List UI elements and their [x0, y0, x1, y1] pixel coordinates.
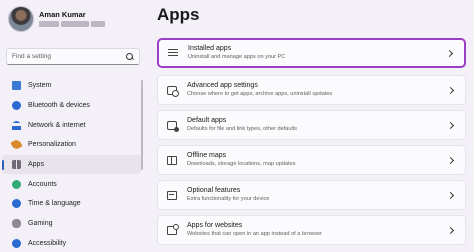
sidebar-item-accounts[interactable]: Accounts — [2, 174, 141, 194]
card-title: Apps for websites — [187, 222, 243, 230]
settings-window: Aman Kumar Find a setting System Bluetoo… — [0, 0, 474, 252]
card-title: Optional features — [187, 187, 241, 195]
sidebar-item-network[interactable]: Network & internet — [2, 115, 141, 135]
card-subtitle: Downloads, storage locations, map update… — [187, 161, 296, 168]
sidebar: Aman Kumar Find a setting System Bluetoo… — [0, 0, 145, 252]
avatar — [8, 6, 34, 32]
search-icon[interactable] — [126, 52, 134, 61]
sidebar-item-label: Gaming — [28, 220, 53, 228]
accounts-icon — [12, 179, 21, 189]
optional-features-card[interactable]: Optional features Extra functionality fo… — [157, 180, 466, 210]
sidebar-item-label: Network & internet — [28, 121, 86, 129]
sidebar-item-label: System — [28, 82, 52, 90]
chevron-right-icon — [446, 191, 455, 199]
sidebar-item-label: Accessibility — [28, 239, 67, 247]
profile-email-redacted — [39, 21, 105, 28]
sidebar-item-system[interactable]: System — [2, 76, 141, 96]
installed-apps-icon — [168, 48, 178, 58]
apps-for-websites-card[interactable]: Apps for websites Websites that can open… — [157, 215, 466, 245]
sidebar-item-label: Accounts — [28, 180, 57, 188]
default-apps-card[interactable]: Default apps Defaults for file and link … — [157, 110, 466, 140]
gaming-icon — [12, 219, 21, 229]
time-language-icon — [12, 199, 21, 209]
offline-maps-icon — [167, 155, 177, 165]
user-profile[interactable]: Aman Kumar — [8, 6, 105, 32]
card-subtitle: Uninstall and manage apps on your PC — [188, 54, 286, 61]
search-placeholder: Find a setting — [12, 53, 52, 60]
card-subtitle: Choose where to get apps, archive apps, … — [187, 91, 333, 98]
sidebar-item-bluetooth[interactable]: Bluetooth & devices — [2, 96, 141, 116]
advanced-app-settings-card[interactable]: Advanced app settings Choose where to ge… — [157, 75, 466, 105]
search-input[interactable]: Find a setting — [6, 48, 140, 65]
sidebar-scrollbar[interactable] — [141, 80, 143, 170]
sidebar-nav: System Bluetooth & devices Network & int… — [0, 76, 145, 252]
page-title: Apps — [157, 5, 200, 24]
personalization-icon — [10, 138, 23, 152]
sidebar-item-personalization[interactable]: Personalization — [2, 135, 141, 155]
offline-maps-card[interactable]: Offline maps Downloads, storage location… — [157, 145, 466, 175]
chevron-right-icon — [446, 121, 455, 129]
accessibility-icon — [12, 238, 21, 248]
installed-apps-card[interactable]: Installed apps Uninstall and manage apps… — [157, 38, 466, 68]
apps-for-websites-icon — [167, 223, 179, 235]
card-title: Default apps — [187, 117, 227, 125]
sidebar-item-label: Apps — [28, 161, 44, 169]
chevron-right-icon — [446, 86, 455, 94]
sidebar-item-label: Personalization — [28, 141, 76, 149]
card-subtitle: Extra functionality for your device — [187, 196, 270, 203]
optional-features-icon — [167, 190, 177, 200]
profile-name: Aman Kumar — [39, 9, 86, 19]
sidebar-item-gaming[interactable]: Gaming — [2, 214, 141, 234]
advanced-app-settings-icon — [167, 85, 179, 97]
chevron-right-icon — [446, 156, 455, 164]
card-subtitle: Websites that can open in an app instead… — [187, 231, 322, 238]
sidebar-item-apps[interactable]: Apps — [2, 154, 141, 175]
sidebar-item-label: Time & language — [28, 200, 81, 208]
bluetooth-icon — [12, 101, 21, 111]
card-title: Installed apps — [188, 45, 232, 53]
sidebar-item-accessibility[interactable]: Accessibility — [2, 234, 141, 252]
chevron-right-icon — [446, 226, 455, 234]
sidebar-item-time-language[interactable]: Time & language — [2, 194, 141, 214]
network-icon — [12, 120, 21, 130]
apps-icon — [12, 160, 21, 170]
card-subtitle: Defaults for file and link types, other … — [187, 126, 298, 133]
system-icon — [12, 81, 21, 91]
card-title: Advanced app settings — [187, 82, 258, 90]
default-apps-icon — [167, 120, 179, 132]
chevron-right-icon — [445, 49, 454, 57]
sidebar-item-label: Bluetooth & devices — [28, 102, 90, 110]
card-title: Offline maps — [187, 152, 227, 160]
